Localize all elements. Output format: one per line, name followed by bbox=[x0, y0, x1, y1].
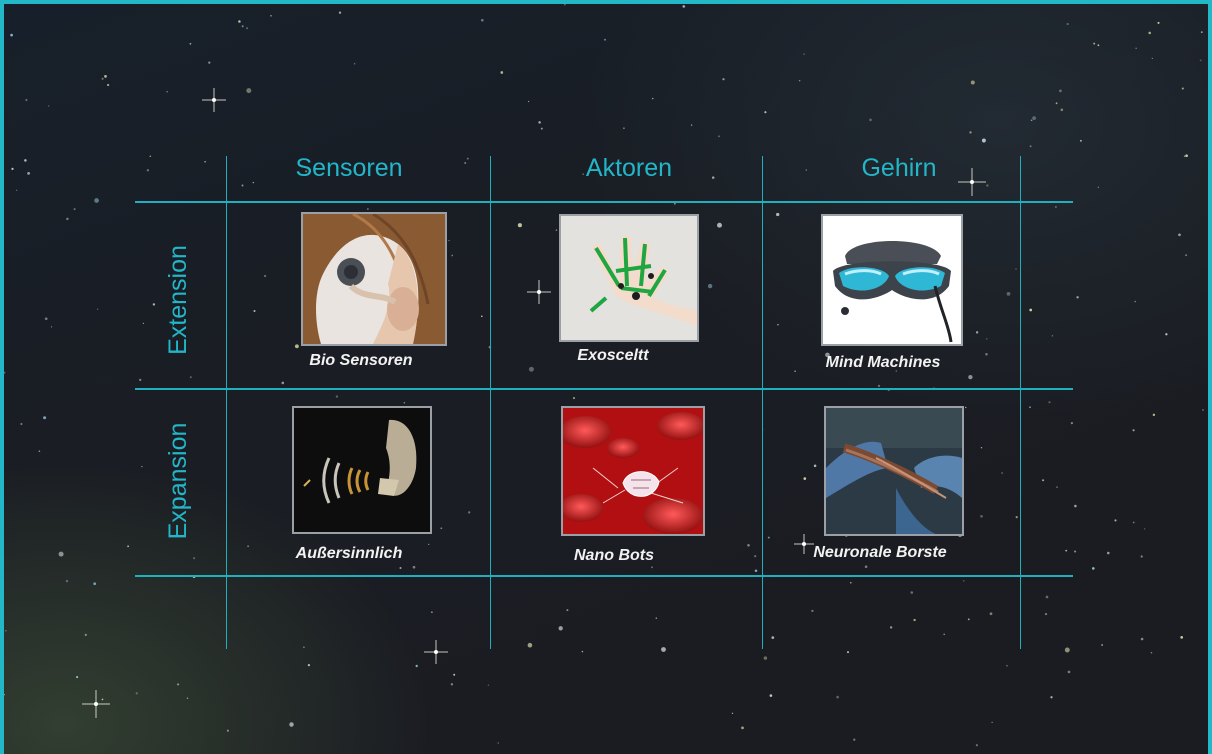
caption-aussersinnlich: Außersinnlich bbox=[295, 545, 403, 562]
exoskeleton-hand-icon bbox=[559, 214, 699, 342]
bat-echolocation-icon bbox=[292, 406, 432, 534]
caption-nano-bots: Nano Bots bbox=[574, 547, 654, 564]
caption-bio-sensoren: Bio Sensoren bbox=[309, 352, 413, 369]
vr-headset-icon bbox=[821, 214, 963, 346]
grid-line-horizontal-3 bbox=[135, 575, 1073, 577]
column-header-gehirn: Gehirn bbox=[861, 154, 937, 182]
caption-mind-machines: Mind Machines bbox=[825, 354, 941, 371]
caption-neuronale-borste: Neuronale Borste bbox=[813, 544, 947, 561]
row-label-expansion: Expansion bbox=[164, 422, 192, 540]
grid-line-horizontal-1 bbox=[135, 201, 1073, 203]
neural-braid-icon bbox=[824, 406, 964, 536]
cochlear-implant-icon bbox=[301, 212, 447, 346]
slide: Sensoren Aktoren Gehirn Extension Expans… bbox=[0, 0, 1212, 754]
column-header-aktoren: Aktoren bbox=[585, 154, 673, 182]
column-header-sensoren: Sensoren bbox=[295, 154, 403, 182]
grid-line-horizontal-2 bbox=[135, 388, 1073, 390]
row-label-extension: Extension bbox=[164, 245, 192, 355]
caption-exosceltt: Exosceltt bbox=[577, 347, 649, 364]
nanobot-blood-icon bbox=[561, 406, 705, 536]
